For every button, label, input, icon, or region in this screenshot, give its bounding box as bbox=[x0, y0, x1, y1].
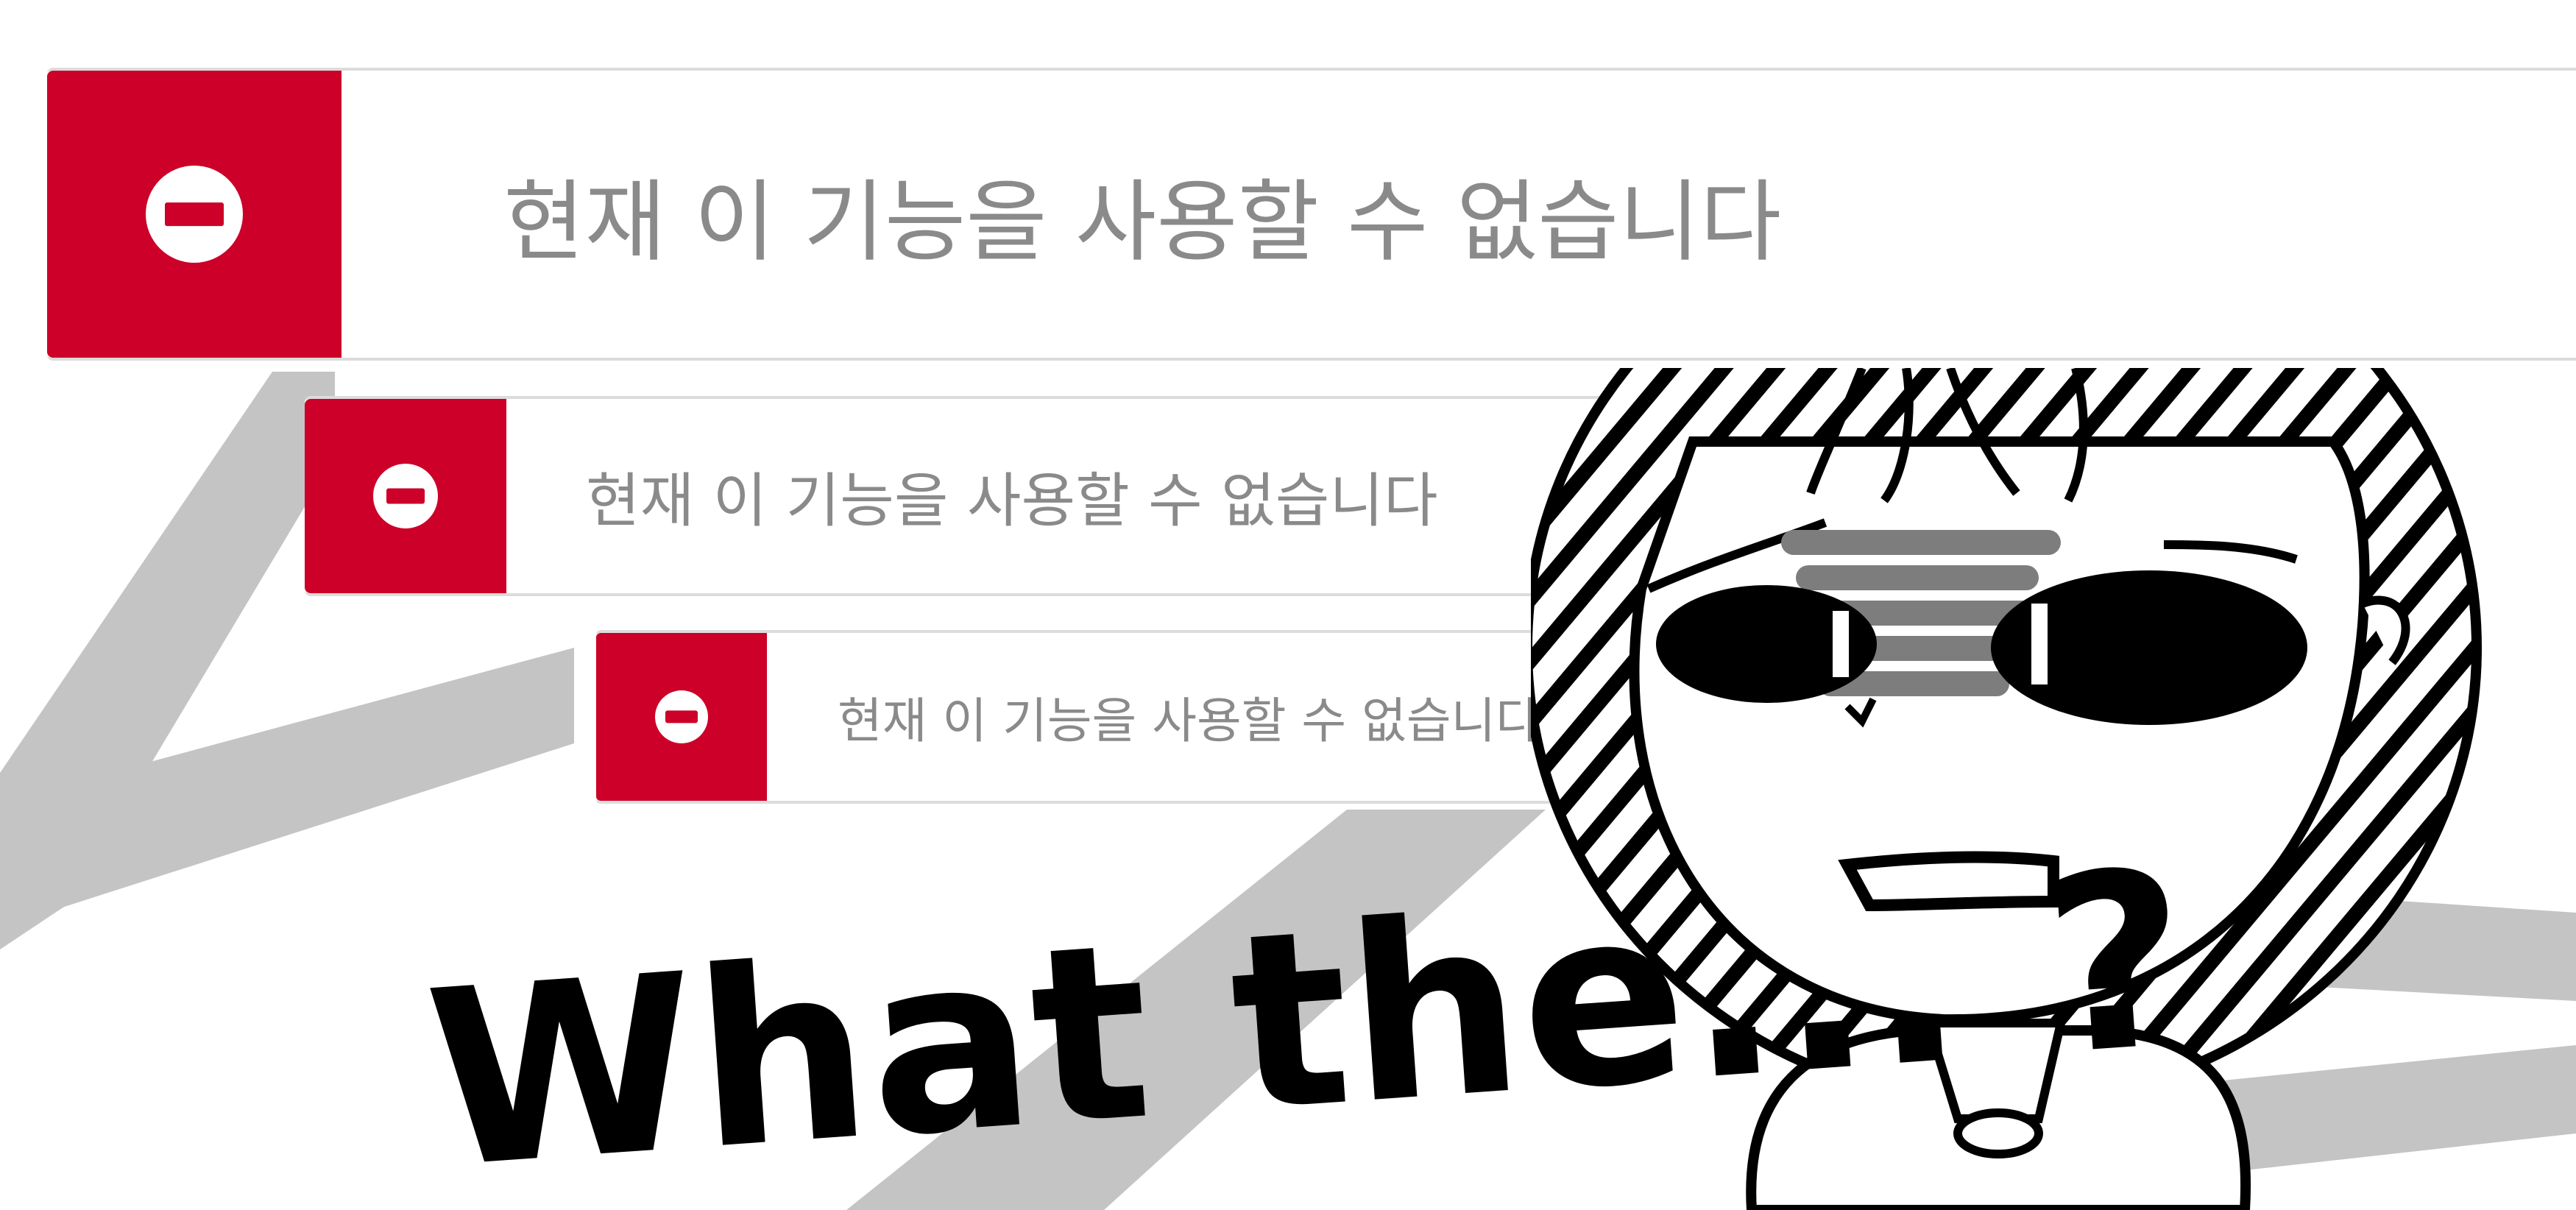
caption-text: What the... ? bbox=[420, 818, 2196, 1210]
caption: What the... ? bbox=[420, 818, 2196, 1210]
